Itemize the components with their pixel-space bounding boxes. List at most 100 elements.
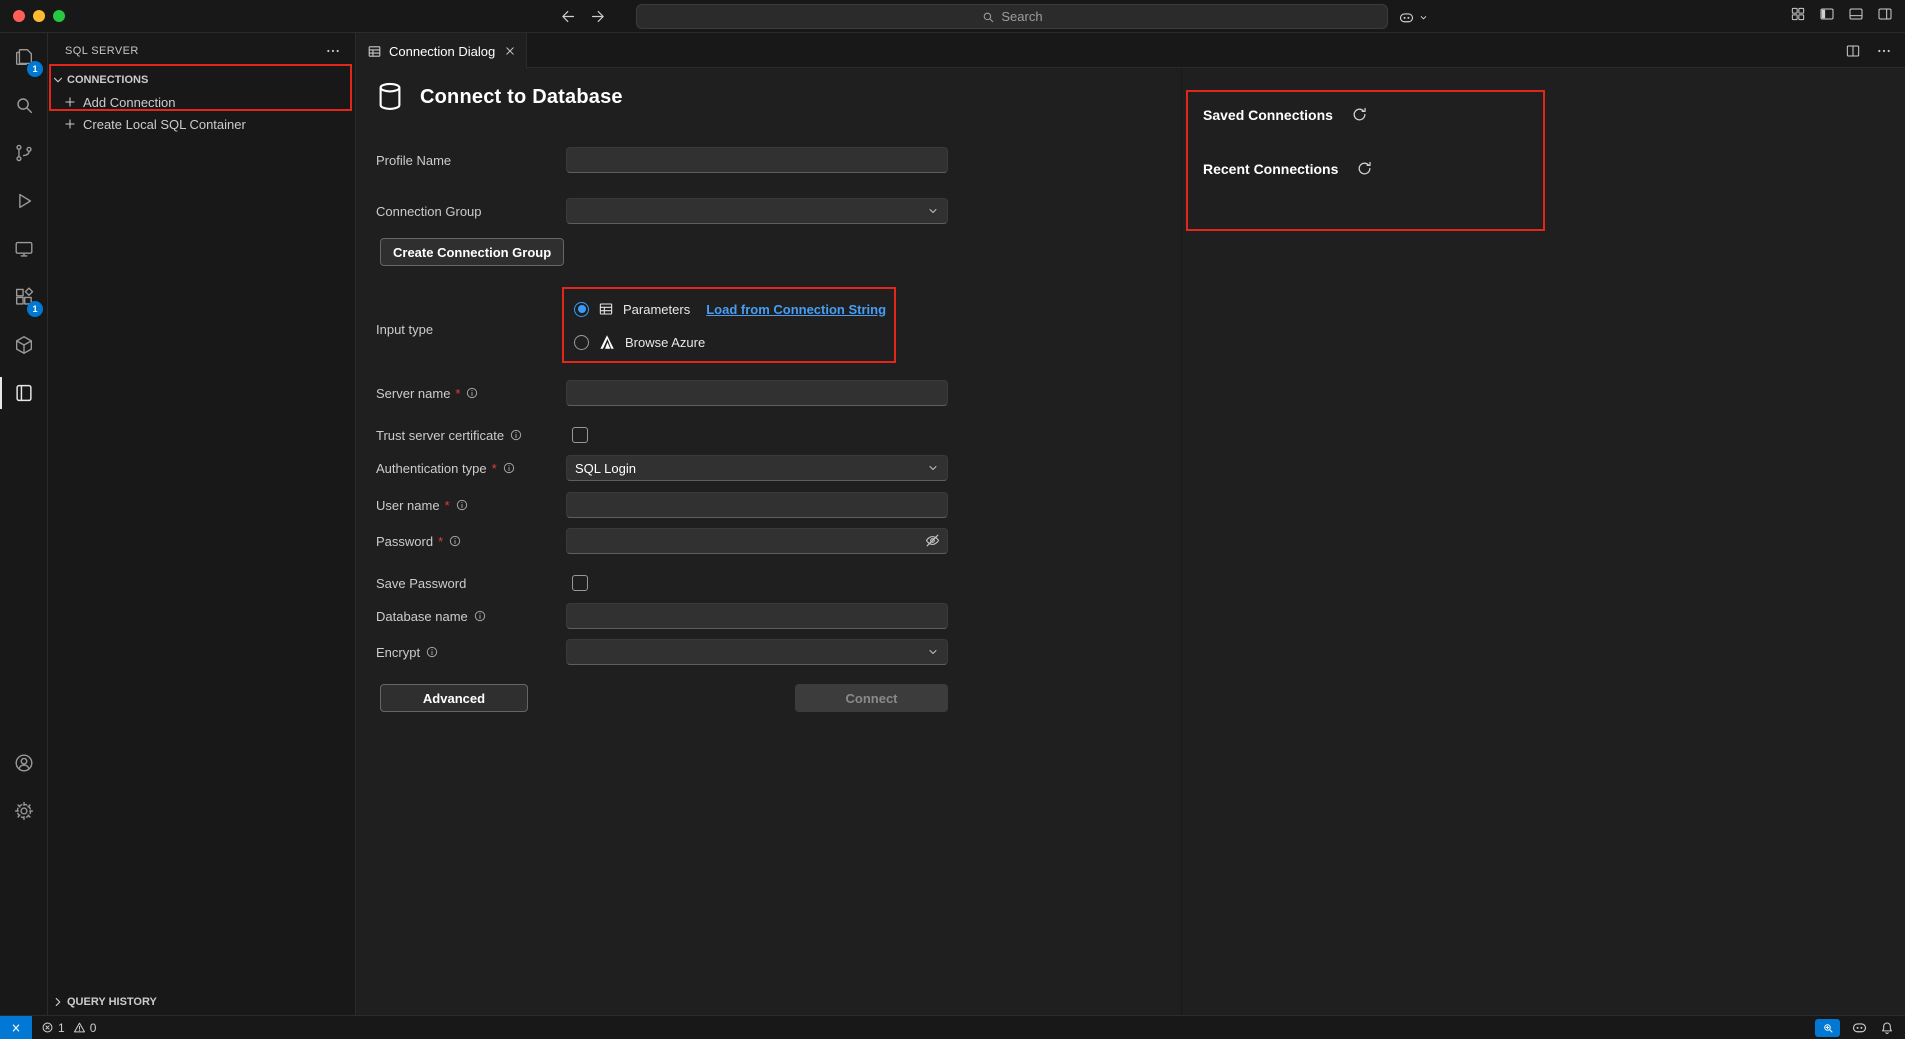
input-type-label: Input type — [376, 296, 566, 362]
activity-extensions[interactable]: 1 — [0, 273, 47, 321]
warning-count: 0 — [90, 1021, 97, 1035]
encrypt-label: Encrypt — [376, 639, 566, 665]
required-marker: * — [492, 461, 497, 476]
toggle-sidebar-icon[interactable] — [1819, 6, 1835, 22]
error-count: 1 — [58, 1021, 65, 1035]
save-password-checkbox[interactable] — [572, 575, 588, 591]
remote-indicator[interactable] — [0, 1016, 32, 1039]
notifications-bell-icon[interactable] — [1879, 1020, 1895, 1036]
copilot-icon — [1398, 9, 1415, 26]
create-local-sql-container-item[interactable]: Create Local SQL Container — [48, 113, 355, 135]
back-arrow-icon[interactable] — [560, 8, 577, 25]
connection-dialog-tab-icon — [367, 44, 382, 59]
recent-connections-header: Recent Connections — [1203, 160, 1373, 177]
connection-group-dropdown[interactable] — [566, 198, 948, 224]
command-center-search[interactable]: Search — [636, 4, 1388, 29]
parameters-radio[interactable] — [574, 302, 589, 317]
forward-arrow-icon[interactable] — [589, 8, 606, 25]
info-icon — [509, 428, 523, 442]
activity-remote-explorer[interactable] — [0, 225, 47, 273]
connect-button[interactable]: Connect — [795, 684, 948, 712]
zoom-status-item[interactable] — [1815, 1019, 1840, 1037]
activity-settings[interactable] — [0, 787, 47, 835]
server-name-input[interactable] — [566, 380, 948, 406]
container-box-icon — [13, 334, 35, 356]
activity-accounts[interactable] — [0, 739, 47, 787]
activity-explorer[interactable]: 1 — [0, 33, 47, 81]
editor-actions — [1845, 33, 1892, 68]
layout-controls — [1790, 6, 1893, 22]
minimize-window-button[interactable] — [33, 10, 45, 22]
dialog-title: Connect to Database — [420, 86, 623, 109]
encrypt-dropdown[interactable] — [566, 639, 948, 665]
password-input[interactable] — [566, 528, 948, 554]
database-name-input[interactable] — [566, 603, 948, 629]
activity-search[interactable] — [0, 81, 47, 129]
editor-area: Connection Dialog Conn — [356, 33, 1905, 1015]
connections-section-header[interactable]: CONNECTIONS — [48, 68, 355, 91]
dialog-footer-buttons: Advanced Connect — [376, 684, 948, 712]
explorer-badge: 1 — [27, 61, 43, 77]
remote-icon — [9, 1021, 23, 1035]
activity-source-control[interactable] — [0, 129, 47, 177]
sidebar-header: SQL SERVER — [48, 33, 355, 68]
saved-connections-title: Saved Connections — [1203, 107, 1333, 123]
error-icon — [41, 1021, 54, 1034]
toggle-panel-icon[interactable] — [1848, 6, 1864, 22]
info-icon — [473, 609, 487, 623]
copilot-status-icon[interactable] — [1851, 1019, 1868, 1036]
add-connection-item[interactable]: Add Connection — [48, 91, 355, 113]
status-bar-right — [1815, 1019, 1895, 1037]
sidebar-more-actions-icon[interactable] — [325, 43, 341, 59]
info-icon — [502, 461, 516, 475]
customize-layout-icon[interactable] — [1790, 6, 1806, 22]
encrypt-row: Encrypt — [376, 639, 948, 665]
window-controls — [13, 10, 65, 22]
activity-run-debug[interactable] — [0, 177, 47, 225]
search-placeholder: Search — [1001, 9, 1042, 24]
problems-status[interactable]: 1 0 — [41, 1021, 100, 1035]
save-password-label: Save Password — [376, 570, 566, 596]
advanced-button[interactable]: Advanced — [380, 684, 528, 712]
query-history-section-header[interactable]: QUERY HISTORY — [48, 990, 355, 1013]
trust-server-certificate-checkbox[interactable] — [572, 427, 588, 443]
authentication-type-dropdown[interactable]: SQL Login — [566, 455, 948, 481]
maximize-window-button[interactable] — [53, 10, 65, 22]
sidebar-title: SQL SERVER — [65, 45, 325, 57]
copilot-menu[interactable] — [1398, 5, 1429, 29]
chevron-right-icon — [51, 995, 65, 1009]
activity-sql-server[interactable] — [0, 369, 47, 417]
extensions-badge: 1 — [27, 301, 43, 317]
user-name-input[interactable] — [566, 492, 948, 518]
server-name-row: Server name* — [376, 380, 948, 406]
required-marker: * — [455, 386, 460, 401]
browse-azure-option: Browse Azure — [566, 329, 948, 355]
required-marker: * — [445, 498, 450, 513]
account-icon — [13, 752, 35, 774]
activity-containers[interactable] — [0, 321, 47, 369]
refresh-icon[interactable] — [1356, 160, 1373, 177]
query-history-section-label: QUERY HISTORY — [67, 996, 157, 1008]
create-connection-group-button[interactable]: Create Connection Group — [380, 238, 564, 266]
more-actions-icon[interactable] — [1876, 43, 1892, 59]
tab-bar: Connection Dialog — [356, 33, 1905, 68]
close-window-button[interactable] — [13, 10, 25, 22]
tab-connection-dialog[interactable]: Connection Dialog — [356, 33, 527, 69]
toggle-secondary-sidebar-icon[interactable] — [1877, 6, 1893, 22]
connection-dialog-webview: Connect to Database Profile Name Connect… — [356, 68, 1905, 1015]
dialog-header: Connect to Database — [375, 80, 623, 114]
panel-divider — [1181, 68, 1182, 1015]
connections-section-label: CONNECTIONS — [67, 74, 148, 86]
zoom-in-icon — [1822, 1022, 1834, 1034]
saved-connections-header: Saved Connections — [1203, 106, 1368, 123]
profile-name-row: Profile Name — [376, 147, 948, 173]
browse-azure-radio[interactable] — [574, 335, 589, 350]
split-editor-icon[interactable] — [1845, 43, 1861, 59]
required-marker: * — [438, 534, 443, 549]
authentication-type-label: Authentication type* — [376, 455, 566, 481]
refresh-icon[interactable] — [1351, 106, 1368, 123]
close-tab-icon[interactable] — [503, 44, 517, 58]
load-from-connection-string-link[interactable]: Load from Connection String — [706, 302, 886, 317]
profile-name-input[interactable] — [566, 147, 948, 173]
toggle-password-visibility-icon[interactable] — [924, 532, 941, 549]
